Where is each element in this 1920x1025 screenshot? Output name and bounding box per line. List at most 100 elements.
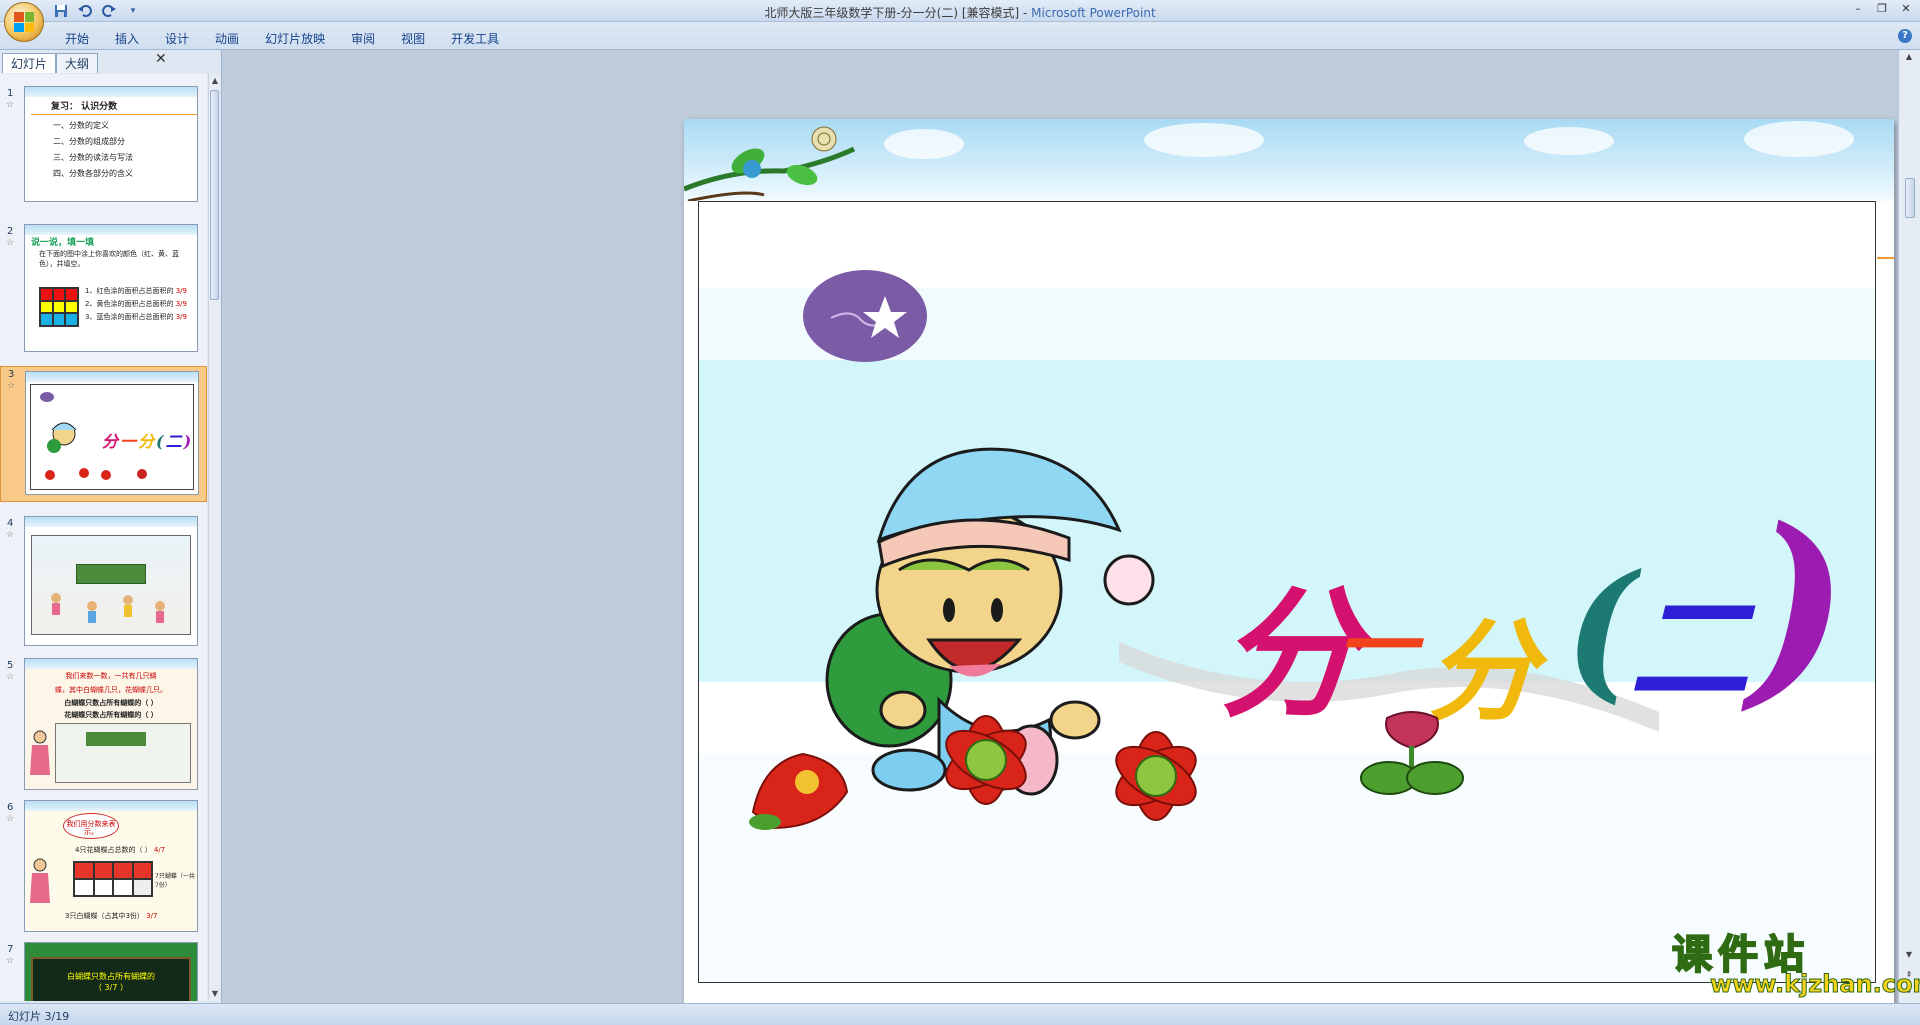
thumbnail-line: 7只蝴蝶（一共7份） <box>155 873 195 889</box>
thumbnail-line: 一、分数的定义 <box>53 121 109 130</box>
office-logo-icon <box>14 12 34 32</box>
thumbnail-number: 6 <box>7 802 14 813</box>
ribbon-tabs-bar: 开始 插入 设计 动画 幻灯片放映 审阅 视图 开发工具 ? <box>0 22 1920 50</box>
thumbnail-boy-art <box>46 416 82 456</box>
help-icon[interactable]: ? <box>1898 29 1912 43</box>
thumbnail-teacher-art <box>29 729 51 779</box>
scroll-up-icon[interactable]: ▲ <box>210 76 220 86</box>
thumbnail-speech-bubble: 我们用分数来表示。 <box>63 813 119 839</box>
slide-thumbnail-2[interactable]: 说一说，填一填 在下面的图中涂上你喜欢的颜色（红、黄、蓝色），并填空。 1、红色… <box>24 224 198 352</box>
slides-pane: 幻灯片 大纲 ✕ 1 ☆ 复习： 认识分数 一、分数的定义 二、分数的组成部分 … <box>0 50 222 1003</box>
tab-developer[interactable]: 开发工具 <box>438 28 512 49</box>
thumbnail-row-1[interactable]: 1 ☆ 复习： 认识分数 一、分数的定义 二、分数的组成部分 三、分数的读法与写… <box>0 86 207 206</box>
thumbnail-header-art <box>25 801 197 811</box>
thumbnail-row-6[interactable]: 6 ☆ 我们用分数来表示。 4只花蝴蝶占总数的（ ） 4/7 7只蝴蝶（一共7份… <box>0 800 207 932</box>
thumbnail-title-char: ( <box>156 432 166 451</box>
pane-close-icon[interactable]: ✕ <box>155 52 169 66</box>
slide-title-art: 分 一 分 ( 二 ) <box>1119 482 1849 742</box>
document-title: 北师大版三年级数学下册-分一分(二) [兼容模式] <box>764 6 1020 20</box>
tab-insert[interactable]: 插入 <box>102 28 152 49</box>
thumbnail-scene <box>31 535 191 635</box>
thumbnail-title-char: 一 <box>120 432 139 451</box>
restore-icon[interactable]: ❐ <box>1874 2 1890 16</box>
close-icon[interactable]: ✕ <box>1898 2 1914 16</box>
title-char-er: 二 <box>1629 579 1749 720</box>
thumbnail-blackboard: 白蝴蝶只数占所有蝴蝶的 （ 3/7 ） <box>31 957 191 1001</box>
thumbnail-header-art <box>25 517 197 527</box>
thumbnail-line: 四、分数各部分的含义 <box>53 169 133 178</box>
tab-animations[interactable]: 动画 <box>202 28 252 49</box>
tab-review[interactable]: 审阅 <box>338 28 388 49</box>
fraction-text: 3/7 <box>146 912 158 920</box>
transition-star-icon: ☆ <box>6 672 15 682</box>
thumbnail-number: 5 <box>7 660 14 671</box>
app-name: Microsoft PowerPoint <box>1031 6 1156 20</box>
scrollbar-thumb[interactable] <box>210 90 219 300</box>
fraction-text: 4/7 <box>153 846 166 854</box>
tab-view[interactable]: 视图 <box>388 28 438 49</box>
slide-thumbnail-5[interactable]: 我们来数一数，一共有几只蝴 蝶，其中白蝴蝶几只，花蝴蝶几只。 白蝴蝶只数占所有蝴… <box>24 658 198 790</box>
slide-thumbnail-6[interactable]: 我们用分数来表示。 4只花蝴蝶占总数的（ ） 4/7 7只蝴蝶（一共7份） 3只… <box>24 800 198 932</box>
thumbnail-title-art: 分一分(二) <box>102 428 193 452</box>
tab-home[interactable]: 开始 <box>52 28 102 49</box>
thumbnail-row-4[interactable]: 4 ☆ <box>0 516 207 646</box>
thumbnail-scene <box>55 723 191 783</box>
transition-star-icon: ☆ <box>6 238 15 248</box>
watermark: 课件站 www.kjzhan.com <box>1670 922 1920 1002</box>
transition-star-icon: ☆ <box>6 814 15 824</box>
thumbnail-row-3[interactable]: 3 ☆ 分一分(二) <box>0 366 207 502</box>
thumbnail-line: 4只花蝴蝶占总数的（ ） 4/7 <box>75 845 165 855</box>
transition-star-icon: ☆ <box>6 530 15 540</box>
thumbnail-line: 3、蓝色涂的面积占总面积的 <box>85 313 174 321</box>
thumbnail-row-5[interactable]: 5 ☆ 我们来数一数，一共有几只蝴 蝶，其中白蝴蝶几只，花蝴蝶几只。 白蝴蝶只数… <box>0 658 207 790</box>
office-button[interactable] <box>4 2 44 42</box>
thumbnail-row-7[interactable]: 7 ☆ 白蝴蝶只数占所有蝴蝶的 （ 3/7 ） <box>0 942 207 1001</box>
current-slide[interactable]: 分 一 分 ( 二 ) <box>684 119 1894 1025</box>
tab-slides[interactable]: 幻灯片 <box>2 53 57 73</box>
slide-thumbnail-3[interactable]: 分一分(二) <box>25 371 199 495</box>
thumbnail-line: 三、分数的读法与写法 <box>53 153 133 162</box>
vine-snail-art <box>684 126 856 201</box>
color-grid <box>39 287 79 327</box>
thumbnail-question-list: 1、红色涂的面积占总面积的 3/9 2、黄色涂的面积占总面积的 3/9 3、蓝色… <box>85 285 187 324</box>
thumbnail-teacher-art <box>29 857 51 907</box>
thumbnail-list: 1 ☆ 复习： 认识分数 一、分数的定义 二、分数的组成部分 三、分数的读法与写… <box>0 74 207 1001</box>
thumbnail-title-char: 二 <box>165 432 184 451</box>
tab-outline[interactable]: 大纲 <box>56 53 99 73</box>
thumbnail-line: （ 3/7 ） <box>94 983 128 992</box>
slide-header-art <box>684 119 1894 201</box>
flower-2-art <box>945 715 1027 805</box>
thumbnail-flowers <box>44 468 164 480</box>
thumbnail-header-art <box>26 372 198 382</box>
minimize-icon[interactable]: – <box>1850 2 1866 16</box>
scroll-up-icon[interactable]: ▲ <box>1904 52 1914 62</box>
cloud-shape <box>1524 127 1614 155</box>
thumbnail-scrollbar[interactable]: ▲ ▼ <box>208 74 220 1001</box>
thumbnail-hedge-art <box>86 732 146 746</box>
thumbnail-line: 白蝴蝶只数占所有蝴蝶的 <box>67 972 155 981</box>
slide-thumbnail-4[interactable] <box>24 516 198 646</box>
status-bar: 幻灯片 3/19 <box>0 1003 1920 1025</box>
tab-design[interactable]: 设计 <box>152 28 202 49</box>
title-char-paren-close: ) <box>1749 482 1849 729</box>
thumbnail-line: 我们来数一数，一共有几只蝴 <box>65 672 157 680</box>
scroll-down-icon[interactable]: ▼ <box>210 989 220 999</box>
thumbnail-line: 花蝴蝶只数占所有蝴蝶的（ ） <box>64 711 158 719</box>
slide-thumbnail-1[interactable]: 复习： 认识分数 一、分数的定义 二、分数的组成部分 三、分数的读法与写法 四、… <box>24 86 198 202</box>
thumbnail-line: 2、黄色涂的面积占总面积的 <box>85 300 174 308</box>
flower-1-art <box>749 752 849 830</box>
thumbnail-title-char: 分 <box>138 432 157 451</box>
thumbnail-line: 白蝴蝶只数占所有蝴蝶的（ ） <box>64 699 158 707</box>
thumbnail-row-2[interactable]: 2 ☆ 说一说，填一填 在下面的图中涂上你喜欢的颜色（红、黄、蓝色），并填空。 … <box>0 224 207 352</box>
scrollbar-thumb[interactable] <box>1905 178 1915 218</box>
thumbnail-title-char: ) <box>183 432 194 451</box>
thumbnail-line: 1、红色涂的面积占总面积的 <box>85 287 174 295</box>
fraction-text: 3/9 <box>175 313 187 321</box>
thumbnail-line: 3只白蝴蝶（占其中3份） 3/7 <box>65 911 157 921</box>
vertical-scrollbar[interactable]: ▲ ▼ ⇞ ⇟ <box>1898 50 1920 1003</box>
tab-slide-show[interactable]: 幻灯片放映 <box>252 28 338 49</box>
slide-thumbnail-7[interactable]: 白蝴蝶只数占所有蝴蝶的 （ 3/7 ） <box>24 942 198 1001</box>
slide-content-frame: 分 一 分 ( 二 ) <box>698 201 1876 983</box>
title-char-yi: 一 <box>1337 599 1417 693</box>
thumbnail-instruction: 在下面的图中涂上你喜欢的颜色（红、黄、蓝色），并填空。 <box>39 250 179 268</box>
